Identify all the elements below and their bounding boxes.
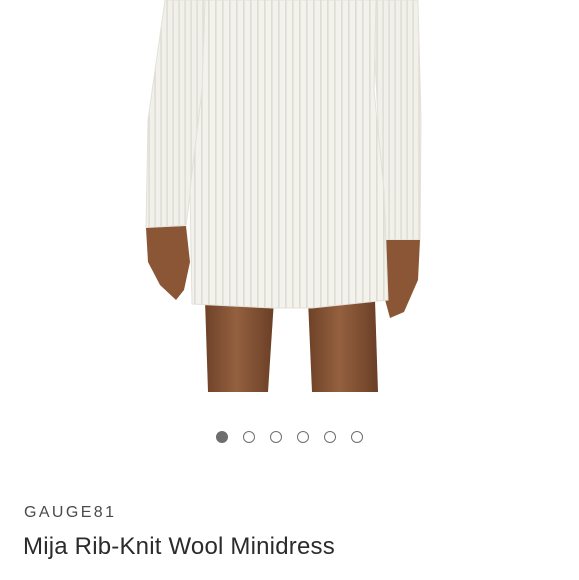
carousel-dot[interactable]: [324, 431, 336, 443]
carousel-dot[interactable]: [351, 431, 363, 443]
brand-name[interactable]: GAUGE81: [24, 504, 116, 522]
carousel-dot[interactable]: [297, 431, 309, 443]
product-page: GAUGE81 Mija Rib-Knit Wool Minidress: [0, 0, 579, 580]
product-photo-illustration: [145, 0, 422, 392]
product-image[interactable]: [0, 0, 579, 400]
carousel-dot[interactable]: [270, 431, 282, 443]
carousel-dot[interactable]: [216, 431, 228, 443]
carousel-dot[interactable]: [243, 431, 255, 443]
product-title: Mija Rib-Knit Wool Minidress: [23, 533, 335, 560]
image-carousel-dots: [0, 431, 579, 443]
